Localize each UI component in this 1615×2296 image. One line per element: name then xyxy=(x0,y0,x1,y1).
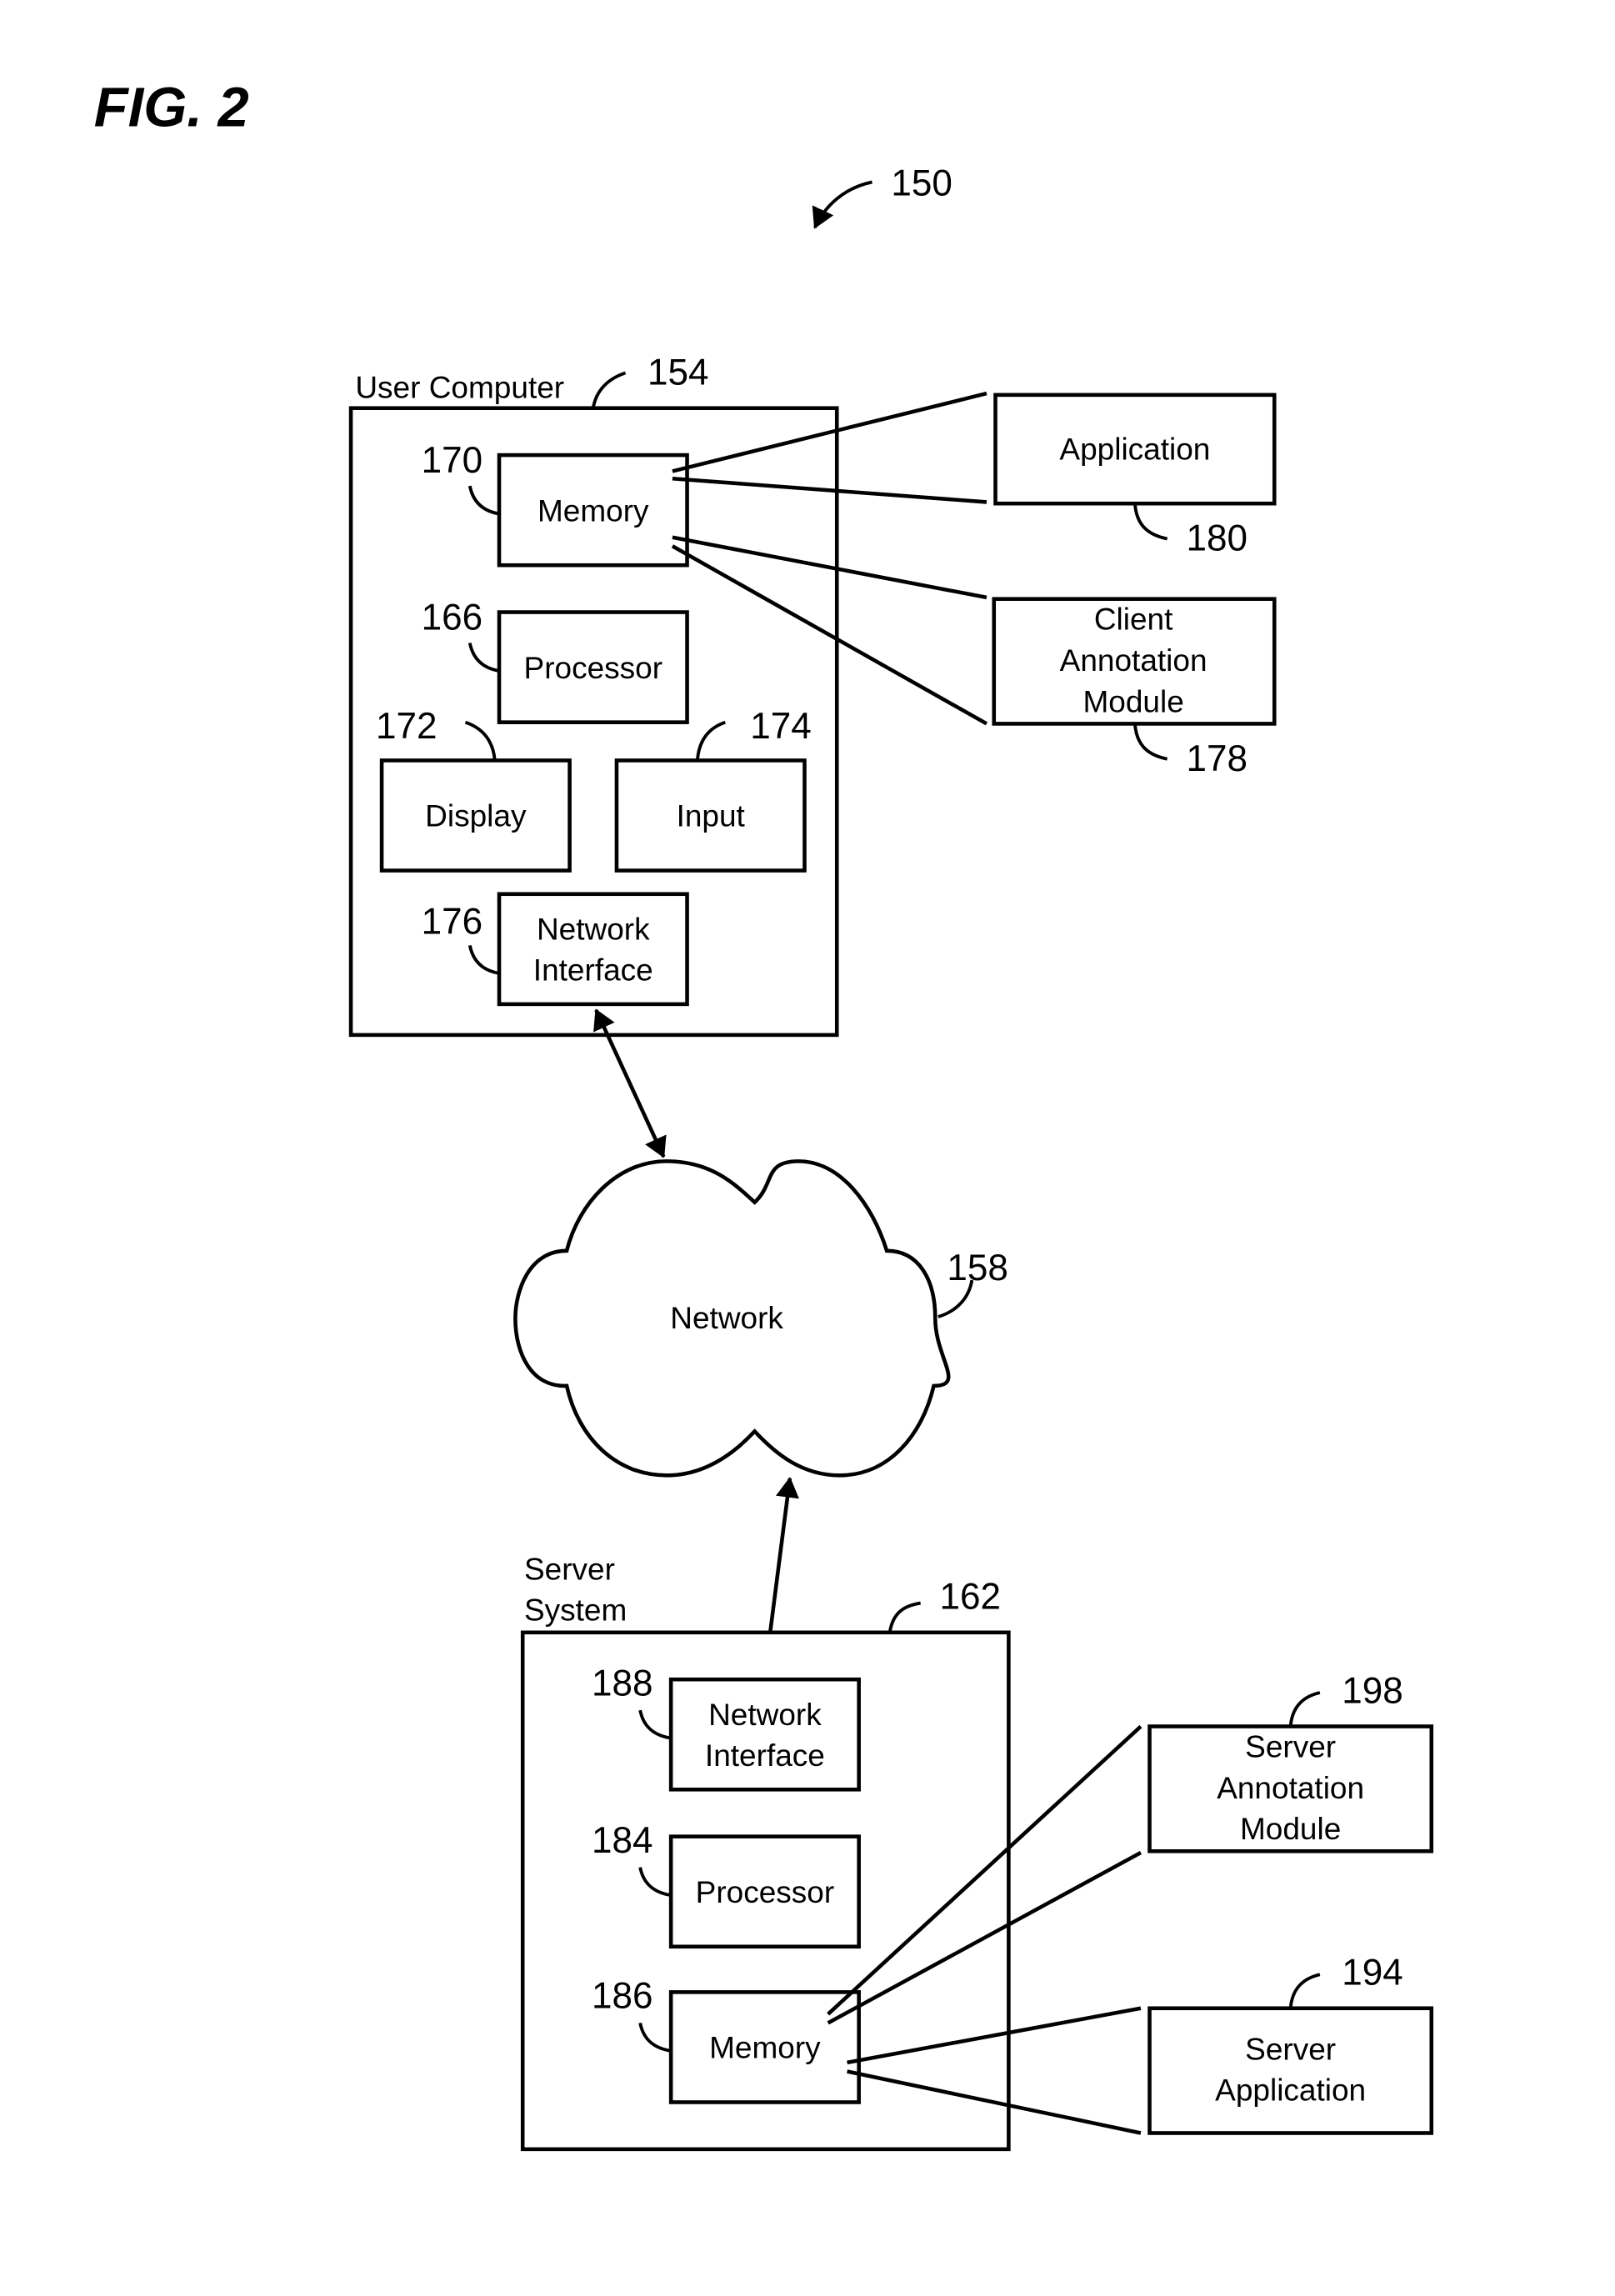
figure-ref-number: 150 xyxy=(891,163,952,203)
application: Application 180 xyxy=(993,393,1277,559)
server-annotation-module-line2: Annotation xyxy=(1217,1771,1364,1805)
uc-memory-label: Memory xyxy=(538,493,649,528)
application-ref-leader xyxy=(1132,503,1168,541)
figure-title: FIG. 2 xyxy=(94,76,249,138)
network: Network 158 xyxy=(513,1159,1008,1478)
ss-processor-ref: 184 xyxy=(592,1820,652,1861)
server-system-ref: 162 xyxy=(940,1577,1001,1618)
network-ref: 158 xyxy=(947,1248,1008,1288)
server-annotation-module-line3: Module xyxy=(1240,1812,1341,1846)
server-annotation-module-ref-leader xyxy=(1288,1691,1321,1727)
client-annotation-module-ref-leader xyxy=(1132,723,1168,761)
server-annotation-module: Server Annotation Module 198 xyxy=(1148,1670,1434,1853)
server-system-label-line1: Server xyxy=(524,1552,615,1586)
uc-memory-ref: 170 xyxy=(422,440,482,481)
uc-network-interface-ref: 176 xyxy=(422,901,482,942)
figure-ref-group: 150 xyxy=(812,163,952,229)
ss-network-interface-ref: 188 xyxy=(592,1663,652,1704)
client-annotation-module-line2: Annotation xyxy=(1060,643,1208,678)
figure-ref-arrow xyxy=(812,180,872,229)
server-annotation-module-line1: Server xyxy=(1245,1730,1336,1764)
user-computer-ref: 154 xyxy=(648,353,708,393)
server-application-line2: Application xyxy=(1215,2073,1366,2108)
uc-processor-ref: 166 xyxy=(422,598,482,638)
uc-network-interface-line1: Network xyxy=(537,912,650,946)
ss-processor-label: Processor xyxy=(696,1875,834,1909)
application-ref: 180 xyxy=(1187,518,1248,559)
user-computer-label: User Computer xyxy=(355,370,564,404)
client-annotation-module-line3: Module xyxy=(1082,684,1183,718)
user-computer: User Computer 154 Memory 170 Processor 1… xyxy=(348,353,839,1038)
server-system-ref-leader xyxy=(888,1601,921,1633)
uc-display-ref: 172 xyxy=(376,706,437,747)
ss-memory-ref: 186 xyxy=(592,1976,652,2017)
uc-input-ref: 174 xyxy=(750,706,811,747)
ss-network-interface-line1: Network xyxy=(708,1698,822,1732)
server-application-box xyxy=(1148,2006,1434,2135)
client-annotation-module: Client Annotation Module 178 xyxy=(992,597,1277,779)
uc-processor-label: Processor xyxy=(524,651,662,685)
ss-network-interface-line2: Interface xyxy=(705,1738,825,1773)
network-label: Network xyxy=(670,1301,783,1335)
figure-2-diagram: FIG. 2 150 User Computer 154 Memory 170 … xyxy=(94,76,1434,2152)
server-application: Server Application 194 xyxy=(1148,1953,1434,2135)
user-computer-ref-leader xyxy=(591,371,627,409)
server-system-label-line2: System xyxy=(524,1593,627,1628)
uc-display-label: Display xyxy=(425,799,527,833)
uc-network-interface-box xyxy=(497,892,689,1007)
client-annotation-module-line1: Client xyxy=(1094,603,1173,637)
application-label: Application xyxy=(1059,432,1210,466)
server-application-line1: Server xyxy=(1245,2032,1336,2066)
ss-network-interface-box xyxy=(668,1677,861,1792)
client-annotation-module-ref: 178 xyxy=(1187,738,1248,779)
uc-input-label: Input xyxy=(677,799,745,833)
server-application-ref: 194 xyxy=(1342,1953,1402,1993)
server-application-ref-leader xyxy=(1288,1973,1321,2008)
server-annotation-module-ref: 198 xyxy=(1342,1670,1402,1711)
ss-memory-label: Memory xyxy=(709,2031,821,2065)
uc-network-interface-line2: Interface xyxy=(533,953,653,988)
server-system: Server System 162 Network Interface 188 … xyxy=(520,1552,1011,2152)
